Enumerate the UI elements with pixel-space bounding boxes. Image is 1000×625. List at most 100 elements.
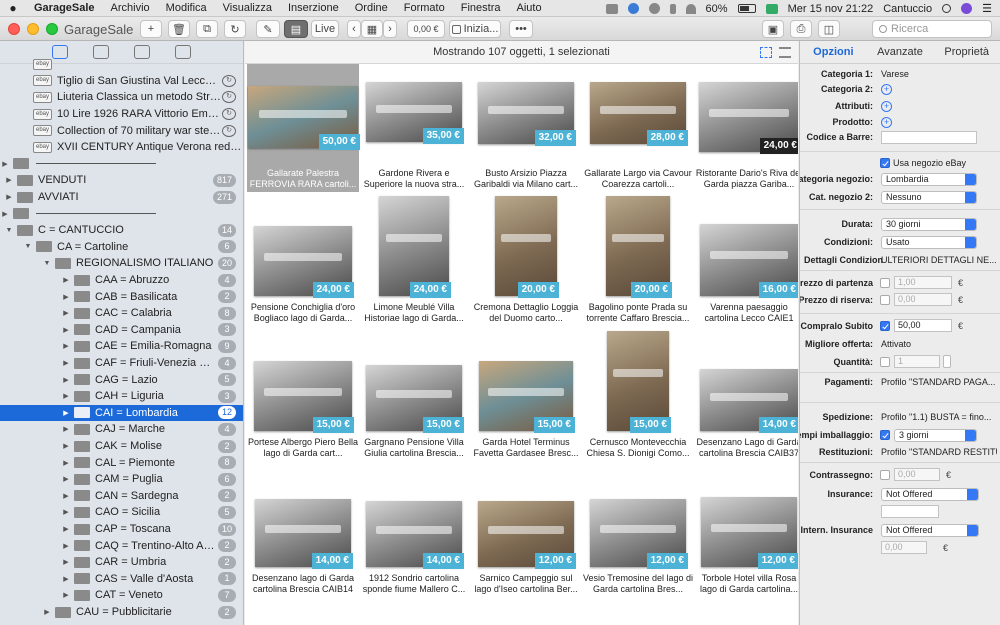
zoom-window-button[interactable] xyxy=(46,23,58,35)
listing-card[interactable]: 24,00 € Ristorante Dario's Riva del Garda… xyxy=(693,64,798,200)
postcard-thumbnail[interactable] xyxy=(606,196,670,296)
disclosure-triangle-icon[interactable]: ▶ xyxy=(61,508,71,516)
sidebar-folder-caj[interactable]: ▶ CAJ = Marche 4 xyxy=(0,421,243,438)
listing-card[interactable]: 24,00 € Pensione Conchiglia d'oro Bogliac… xyxy=(247,198,359,334)
sidebar-folder-cal[interactable]: ▶ CAL = Piemonte 8 xyxy=(0,454,243,471)
menu-visualizza[interactable]: Visualizza xyxy=(215,0,280,17)
notification-center-icon[interactable]: ☰ xyxy=(982,2,992,15)
sidebar-folder-cad[interactable]: ▶ CAD = Campania 3 xyxy=(0,322,243,339)
sidebar-folder-cak[interactable]: ▶ CAK = Molise 2 xyxy=(0,438,243,455)
disclosure-triangle-icon[interactable]: ▶ xyxy=(4,193,14,201)
postcard-thumbnail[interactable] xyxy=(495,196,557,296)
spotlight-icon[interactable] xyxy=(942,4,952,13)
sidebar-folder-car[interactable]: ▶ CAR = Umbria 2 xyxy=(0,554,243,571)
sidebar-folder-cau[interactable]: ▶ CAU = Pubblicitarie 2 xyxy=(0,604,243,621)
time-machine-icon[interactable] xyxy=(648,3,660,14)
sidebar-folder-cat[interactable]: ▶ CAT = Veneto 7 xyxy=(0,587,243,604)
disclosure-triangle-icon[interactable]: ▶ xyxy=(61,591,71,599)
sidebar-ebay-item[interactable] xyxy=(0,56,243,73)
disclosure-triangle-icon[interactable]: ▶ xyxy=(61,326,71,334)
prezzo-partenza-input[interactable]: 1,00 xyxy=(894,276,952,289)
listing-card[interactable]: 35,00 € Gardone Rivera e Superiore la nuo… xyxy=(358,64,470,200)
sidebar-folder-cam[interactable]: ▶ CAM = Puglia 6 xyxy=(0,471,243,488)
edit-button[interactable]: ✎ xyxy=(256,20,280,38)
contrassegno-checkbox[interactable] xyxy=(880,470,890,480)
pagamenti-value[interactable]: Profilo "STANDARD PAGA... xyxy=(881,377,997,387)
disclosure-triangle-icon[interactable]: ▶ xyxy=(61,376,71,384)
flag-icon[interactable] xyxy=(765,3,778,14)
disclosure-triangle-icon[interactable]: ▶ xyxy=(61,525,71,533)
disclosure-triangle-icon[interactable]: ▶ xyxy=(61,276,71,284)
insurance-select[interactable]: Not Offered xyxy=(881,488,979,501)
delete-button[interactable]: 🗑 xyxy=(168,20,190,38)
disclosure-open-icon[interactable]: ▼ xyxy=(4,227,14,234)
sidebar-folder-cas[interactable]: ▶ CAS = Valle d'Aosta 1 xyxy=(0,571,243,588)
sidebar-folder-cao[interactable]: ▶ CAO = Sicilia 5 xyxy=(0,504,243,521)
quantita-stepper[interactable] xyxy=(943,355,951,368)
tempi-imballaggio-select[interactable]: 3 giorni xyxy=(894,429,977,442)
restituzioni-value[interactable]: Profilo "STANDARD RESTITUZI... xyxy=(881,447,997,457)
add-button[interactable]: + xyxy=(140,20,162,38)
grid-view-icon[interactable] xyxy=(760,47,772,58)
minimize-window-button[interactable] xyxy=(27,23,39,35)
postcard-thumbnail[interactable] xyxy=(379,196,449,296)
user-name[interactable]: Cantuccio xyxy=(883,3,932,15)
tempi-imballaggio-checkbox[interactable] xyxy=(880,430,890,440)
listing-card[interactable]: 14,00 € Desenzano lago di Garda cartolina… xyxy=(247,469,359,605)
siri-icon[interactable] xyxy=(961,3,973,14)
listing-card[interactable]: 15,00 € Portese Albergo Piero Bella lago … xyxy=(247,333,359,469)
disclosure-triangle-icon[interactable]: ▶ xyxy=(61,309,71,317)
disclosure-triangle-icon[interactable]: ▶ xyxy=(61,442,71,450)
spedizione-value[interactable]: Profilo "1.1) BUSTA = fino... xyxy=(881,412,997,422)
disclosure-triangle-icon[interactable]: ▶ xyxy=(61,392,71,400)
menu-inserzione[interactable]: Inserzione xyxy=(280,0,347,17)
sidebar-folder-caa[interactable]: ▶ CAA = Abruzzo 4 xyxy=(0,272,243,289)
prezzo-partenza-checkbox[interactable] xyxy=(880,278,890,288)
menu-aiuto[interactable]: Aiuto xyxy=(508,0,549,17)
cat-negozio2-select[interactable]: Nessuno xyxy=(881,191,977,204)
quantita-checkbox[interactable] xyxy=(880,357,890,367)
sidebar-folder-cae[interactable]: ▶ CAE = Emilia-Romagna 9 xyxy=(0,338,243,355)
list-view-icon[interactable] xyxy=(779,47,791,58)
duplicate-button[interactable]: ⧉ xyxy=(196,20,218,38)
barcode-input[interactable] xyxy=(881,131,977,144)
categoria1-value[interactable]: Varese xyxy=(881,69,997,79)
tab-opzioni[interactable]: Opzioni xyxy=(800,41,867,63)
disclosure-triangle-icon[interactable]: ▶ xyxy=(61,558,71,566)
sidebar-ebay-item[interactable]: Liuteria Classica un metodo Stradivari..… xyxy=(0,89,243,106)
sidebar-folder-caf[interactable]: ▶ CAF = Friuli-Venezia Giulia 4 xyxy=(0,355,243,372)
sidebar-folder-avviati[interactable]: ▶ AVVIATI 271 xyxy=(0,189,243,206)
disclosure-triangle-icon[interactable]: ▶ xyxy=(61,409,71,417)
menu-finestra[interactable]: Finestra xyxy=(453,0,509,17)
sidebar-folder-venduti[interactable]: ▶ VENDUTI 817 xyxy=(0,172,243,189)
menu-formato[interactable]: Formato xyxy=(396,0,453,17)
dropbox-icon[interactable] xyxy=(627,3,639,14)
usa-negozio-checkbox[interactable] xyxy=(880,158,890,168)
postcard-thumbnail[interactable] xyxy=(607,331,669,431)
listing-card[interactable]: 50,00 € Gallarate Palestra FERROVIA RARA … xyxy=(247,64,360,192)
sidebar-ebay-item[interactable]: XVII CENTURY Antique Verona red marbl... xyxy=(0,139,243,156)
apple-menu-icon[interactable]: ● xyxy=(0,1,26,15)
disclosure-triangle-icon[interactable]: ▶ xyxy=(61,475,71,483)
image-browser-button[interactable]: ▣ xyxy=(762,20,784,38)
disclosure-triangle-icon[interactable]: ▶ xyxy=(42,608,52,616)
status-app-icon[interactable] xyxy=(605,3,618,14)
search-input[interactable]: Ricerca xyxy=(872,20,992,38)
clock[interactable]: Mer 15 nov 21:22 xyxy=(788,3,874,15)
sidebar-folder-cag[interactable]: ▶ CAG = Lazio 5 xyxy=(0,371,243,388)
wifi-icon[interactable] xyxy=(685,3,696,14)
disclosure-triangle-icon[interactable]: ▶ xyxy=(61,425,71,433)
compralo-subito-checkbox[interactable] xyxy=(880,321,890,331)
disclosure-triangle-icon[interactable]: ▶ xyxy=(61,575,71,583)
listing-card[interactable]: 14,00 € 1912 Sondrio cartolina sponde fiu… xyxy=(358,469,470,605)
disclosure-triangle-icon[interactable]: ▶ xyxy=(0,160,10,168)
listing-card[interactable]: 15,00 € Gargnano Pensione Villa Giulia ca… xyxy=(358,333,470,469)
quantita-input[interactable]: 1 xyxy=(894,355,940,368)
add-categoria2-icon[interactable]: + xyxy=(881,84,892,95)
insurance-amount-input[interactable] xyxy=(881,505,939,518)
dettagli-condizioni-value[interactable]: ULTERIORI DETTAGLI NE... xyxy=(881,255,997,265)
sidebar-folder-caq[interactable]: ▶ CAQ = Trentino-Alto Adige 2 xyxy=(0,537,243,554)
sidebar-folder-c[interactable]: ▼ C = CANTUCCIO 14 xyxy=(0,222,243,239)
sidebar-folder-cah[interactable]: ▶ CAH = Liguria 3 xyxy=(0,388,243,405)
refresh-button[interactable]: ↻ xyxy=(224,20,246,38)
